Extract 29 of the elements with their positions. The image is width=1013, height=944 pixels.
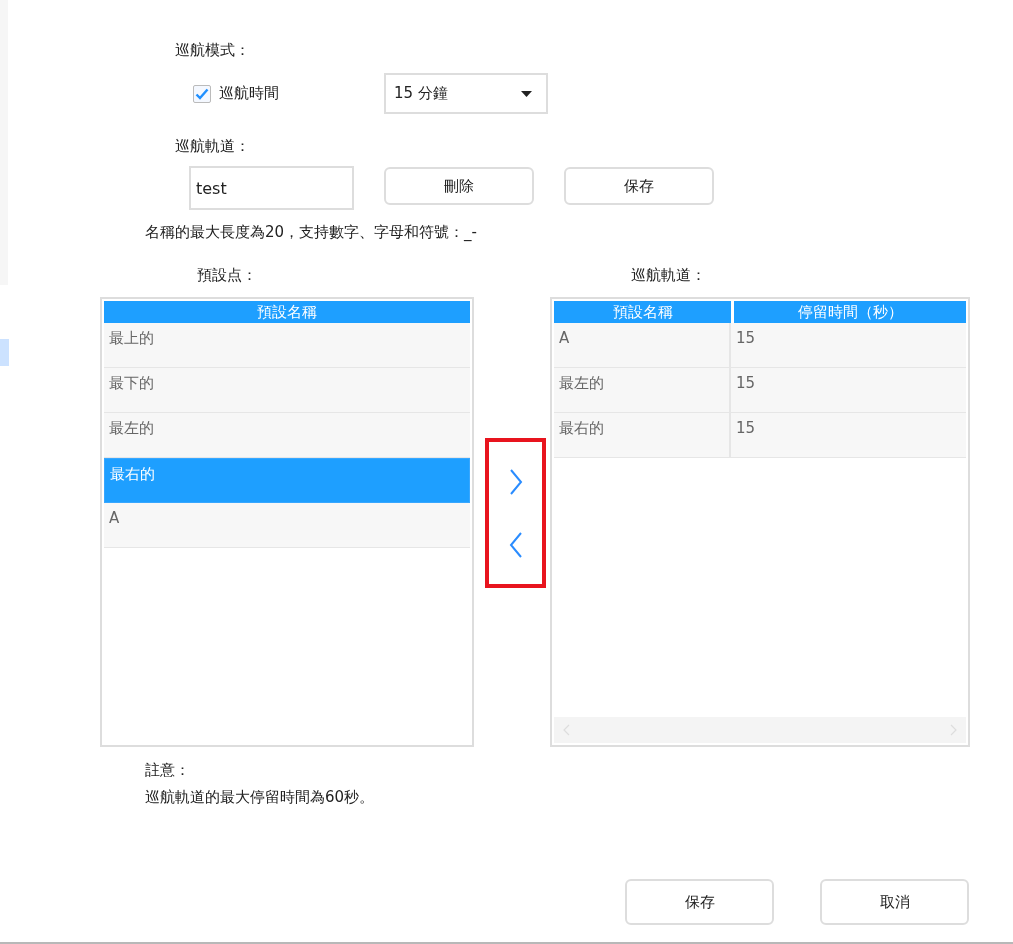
action-button[interactable]: 刪除: [384, 167, 534, 205]
name-hint-text: 名稱的最大長度為20，支持數字、字母和符號：_-: [144, 223, 478, 242]
cruise-track-label: 巡航軌道：: [174, 137, 251, 156]
preset-row[interactable]: A: [104, 503, 470, 548]
presets-label: 預設点：: [197, 266, 258, 285]
note-text: 巡航軌道的最大停留時間為60秒。: [145, 788, 376, 807]
table-cell-text: 15: [735, 418, 757, 439]
move-right-icon[interactable]: [508, 468, 523, 495]
checkbox-icon[interactable]: [193, 84, 211, 103]
note-title: 註意：: [145, 761, 191, 780]
cruise-time-checkbox[interactable]: 巡航時間: [193, 84, 384, 103]
cruise-mode-label: 巡航模式：: [174, 40, 251, 60]
caret-icon: [521, 90, 532, 97]
track-table-label: 巡航軌道：: [631, 266, 706, 285]
action-button[interactable]: 保存: [564, 167, 714, 205]
move-left-icon[interactable]: [508, 531, 523, 558]
column-header: 預設名稱: [554, 301, 731, 323]
preset-row[interactable]: 最下的: [104, 368, 470, 413]
preset-row[interactable]: 最上的: [104, 323, 470, 368]
track-name-field[interactable]: test: [189, 166, 354, 210]
column-header: 停留時間（秒）: [734, 301, 966, 323]
table-cell-text: 15: [735, 328, 757, 349]
duration-dropdown[interactable]: 15 分鐘: [384, 73, 548, 114]
preset-row[interactable]: 最左的: [104, 413, 470, 458]
selection-marker: [0, 339, 9, 366]
table-cell-text: 15: [735, 373, 757, 394]
footer-button[interactable]: 保存: [625, 879, 774, 925]
footer-button[interactable]: 取消: [820, 879, 969, 925]
table-cell: 最右的: [554, 413, 731, 457]
